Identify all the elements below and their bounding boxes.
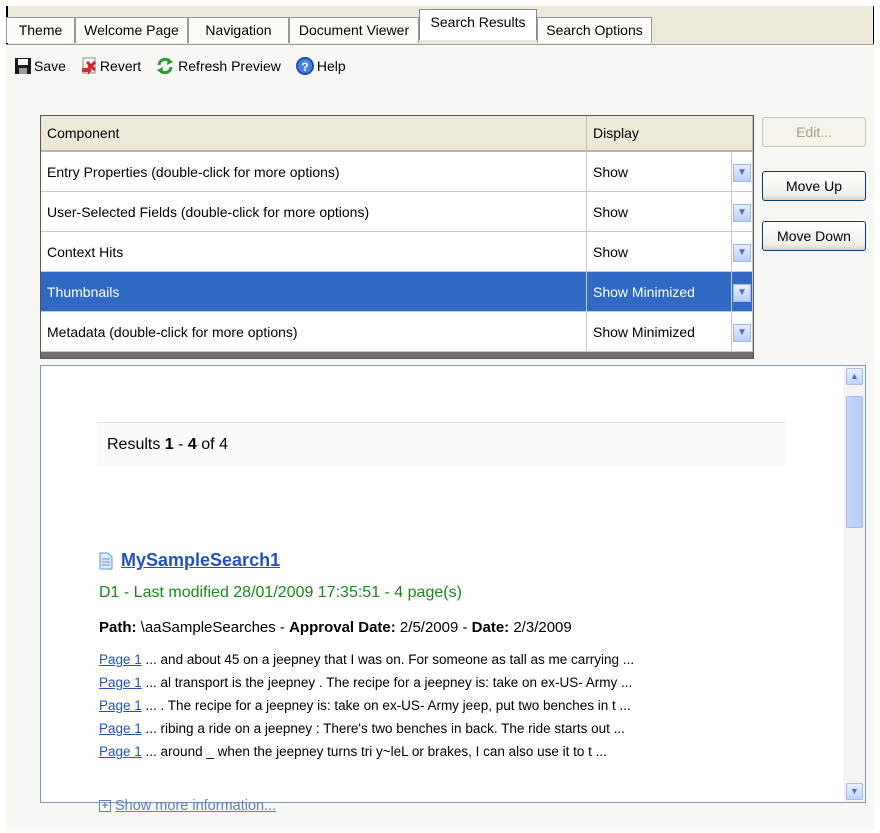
display-cell[interactable]: Show Minimized (586, 271, 732, 312)
component-grid: Component Display Entry Properties (doub… (40, 115, 754, 359)
move-up-button[interactable]: Move Up (762, 171, 866, 201)
list-item: Page 1 ... around _ when the jeepney tur… (99, 740, 634, 763)
refresh-label: Refresh Preview (178, 58, 281, 74)
page-link[interactable]: Page 1 (99, 744, 142, 759)
page-link[interactable]: Page 1 (99, 675, 142, 690)
save-label: Save (34, 58, 66, 74)
display-cell[interactable]: Show (586, 151, 732, 192)
date-value: 2/3/2009 (509, 619, 572, 636)
edit-button[interactable]: Edit... (762, 117, 866, 147)
tab-bar: Theme Welcome Page Navigation Document V… (6, 9, 874, 44)
display-dropdown[interactable]: ▼ (731, 191, 753, 232)
show-more-label: Show more information... (115, 798, 277, 814)
svg-text:?: ? (301, 60, 308, 74)
component-cell[interactable]: User-Selected Fields (double-click for m… (41, 191, 587, 232)
table-row[interactable]: Metadata (double-click for more options)… (41, 311, 753, 352)
snippet-text: ... . The recipe for a jeepney is: take … (141, 698, 631, 713)
revert-button[interactable]: Revert (80, 56, 141, 76)
scroll-up-icon[interactable]: ▲ (846, 368, 863, 385)
scroll-thumb[interactable] (846, 396, 863, 528)
path-label: Path: (99, 619, 137, 636)
column-header-component[interactable]: Component (41, 116, 587, 152)
display-dropdown[interactable]: ▼ (731, 231, 753, 272)
result-title: MySampleSearch1 (99, 550, 280, 571)
help-label: Help (316, 58, 346, 74)
result-path: Path: \aaSampleSearches - Approval Date:… (99, 619, 572, 636)
approval-label: Approval Date: (289, 619, 396, 636)
component-cell[interactable]: Context Hits (41, 231, 587, 272)
result-title-link[interactable]: MySampleSearch1 (121, 550, 280, 571)
chevron-down-icon[interactable]: ▼ (733, 163, 751, 182)
result-meta: D1 - Last modified 28/01/2009 17:35:51 -… (99, 584, 462, 601)
display-cell[interactable]: Show (586, 231, 732, 272)
document-icon (99, 552, 113, 569)
toolbar: Save Revert Refresh Preview ? Help (6, 51, 352, 81)
column-header-display[interactable]: Display (586, 116, 753, 152)
refresh-preview-button[interactable]: Refresh Preview (155, 56, 281, 76)
page-link[interactable]: Page 1 (99, 652, 142, 667)
help-button[interactable]: ? Help (295, 56, 346, 76)
tab-document-viewer[interactable]: Document Viewer (289, 17, 419, 43)
list-item: Page 1 ... ribing a ride on a jeepney : … (99, 717, 634, 740)
table-row-selected[interactable]: Thumbnails Show Minimized ▼ (41, 271, 753, 312)
date-label: Date: (471, 619, 510, 636)
chevron-down-icon[interactable]: ▼ (733, 283, 751, 302)
search-results-panel: Save Revert Refresh Preview ? Help Compo… (6, 44, 874, 830)
display-dropdown[interactable]: ▼ (731, 311, 753, 352)
page-link[interactable]: Page 1 (99, 721, 142, 736)
results-dash: - (173, 436, 188, 453)
revert-icon (81, 57, 96, 75)
tab-search-results[interactable]: Search Results (419, 9, 537, 40)
plus-icon: + (99, 800, 111, 812)
revert-label: Revert (99, 58, 142, 74)
display-dropdown[interactable]: ▼ (731, 271, 753, 312)
component-cell[interactable]: Metadata (double-click for more options) (41, 311, 587, 352)
page-link[interactable]: Page 1 (99, 698, 142, 713)
context-hits: Page 1 ... and about 45 on a jeepney tha… (99, 648, 634, 763)
move-down-button[interactable]: Move Down (762, 221, 866, 251)
list-item: Page 1 ... . The recipe for a jeepney is… (99, 694, 634, 717)
help-icon: ? (295, 57, 314, 75)
snippet-text: ... and about 45 on a jeepney that I was… (141, 652, 635, 667)
save-icon (15, 58, 31, 74)
display-cell[interactable]: Show (586, 191, 732, 232)
show-more-link[interactable]: + Show more information... (99, 798, 276, 814)
approval-value: 2/5/2009 - (395, 619, 472, 636)
list-item: Page 1 ... al transport is the jeepney .… (99, 671, 634, 694)
tab-theme[interactable]: Theme (6, 17, 75, 43)
preview-pane: Results 1 - 4 of 4 MySampleSearch1 D1 - … (40, 365, 866, 814)
table-row[interactable]: User-Selected Fields (double-click for m… (41, 191, 753, 232)
chevron-down-icon[interactable]: ▼ (733, 203, 751, 222)
component-cell[interactable]: Entry Properties (double-click for more … (41, 151, 587, 192)
table-row[interactable]: Entry Properties (double-click for more … (41, 151, 753, 192)
chevron-down-icon[interactable]: ▼ (733, 243, 751, 262)
results-to: 4 (187, 436, 197, 453)
tab-welcome-page[interactable]: Welcome Page (75, 17, 188, 43)
component-cell[interactable]: Thumbnails (41, 271, 587, 312)
save-button[interactable]: Save (14, 57, 66, 75)
refresh-icon (157, 57, 174, 75)
snippet-text: ... al transport is the jeepney . The re… (141, 675, 633, 690)
vertical-scrollbar[interactable]: ▲ ▼ (844, 366, 865, 802)
scroll-down-icon[interactable]: ▼ (846, 783, 863, 800)
list-item: Page 1 ... and about 45 on a jeepney tha… (99, 648, 634, 671)
snippet-text: ... ribing a ride on a jeepney : There's… (141, 721, 625, 736)
snippet-text: ... around _ when the jeepney turns tri … (141, 744, 607, 759)
chevron-down-icon[interactable]: ▼ (733, 323, 751, 342)
results-from: 1 (164, 436, 174, 453)
results-prefix: Results (107, 436, 165, 453)
tab-navigation[interactable]: Navigation (188, 17, 289, 43)
table-row[interactable]: Context Hits Show ▼ (41, 231, 753, 272)
display-cell[interactable]: Show Minimized (586, 311, 732, 352)
path-value: \aaSampleSearches - (136, 619, 290, 636)
display-dropdown[interactable]: ▼ (731, 151, 753, 192)
results-suffix: of 4 (196, 436, 228, 453)
results-count: Results 1 - 4 of 4 (97, 422, 785, 466)
tab-search-options[interactable]: Search Options (537, 17, 652, 43)
